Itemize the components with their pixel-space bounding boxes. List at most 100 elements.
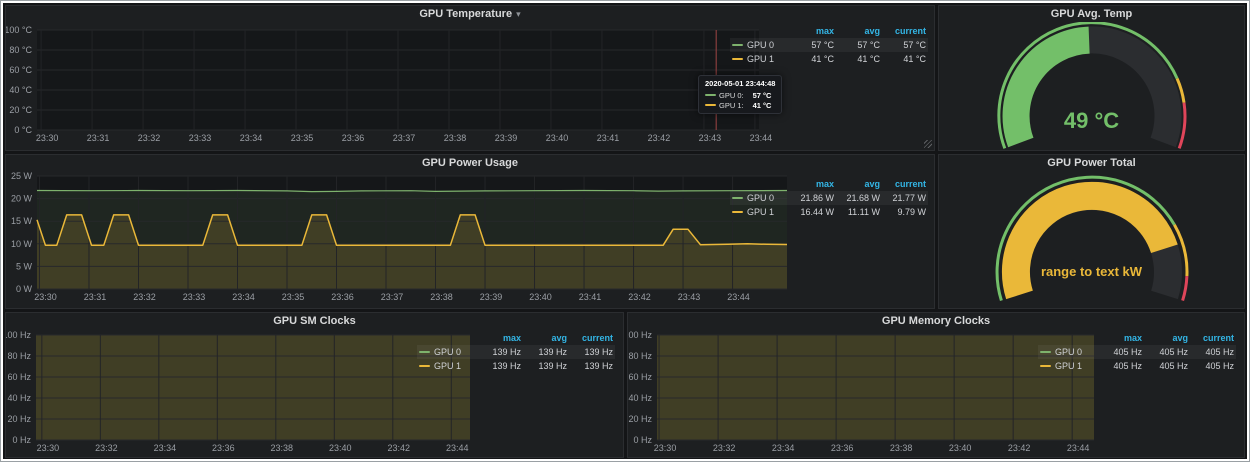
panel-gpu-memory-clocks: GPU Memory Clocks 0 Hz20 Hz40 Hz60 Hz80 … xyxy=(627,312,1245,458)
legend-row: GPU 1 16.44 W11.11 W9.79 W xyxy=(730,205,928,219)
series-dash-icon xyxy=(705,104,716,106)
legend-series-name: GPU 1 xyxy=(747,206,774,219)
chevron-down-icon: ▾ xyxy=(516,9,521,19)
series-dash-icon xyxy=(732,44,743,46)
gauge-threshold-ring xyxy=(1183,276,1187,301)
panel-title-gpu-avg-temp[interactable]: GPU Avg. Temp xyxy=(939,6,1244,22)
legend-header-avg[interactable]: avg xyxy=(834,178,880,191)
sm-clocks-legend: maxavgcurrentGPU 0139 Hz139 Hz139 HzGPU … xyxy=(417,331,615,373)
y-tick-label: 80 Hz xyxy=(7,351,31,361)
tooltip-series-name: GPU 1: xyxy=(719,101,744,110)
y-tick-label: 80 Hz xyxy=(628,351,652,361)
panel-gpu-temperature: GPU Temperature▾ 0 °C20 °C40 °C60 °C80 °… xyxy=(5,5,935,151)
x-tick-label: 23:41 xyxy=(579,292,602,302)
legend-header-avg[interactable]: avg xyxy=(1142,332,1188,345)
legend-header-current[interactable]: current xyxy=(880,178,926,191)
x-tick-label: 23:34 xyxy=(240,133,263,143)
y-tick-label: 0 W xyxy=(16,284,33,294)
legend-series-toggle[interactable]: GPU 1 xyxy=(732,53,788,66)
legend-series-toggle[interactable]: GPU 0 xyxy=(1040,346,1096,359)
x-tick-label: 23:32 xyxy=(95,443,118,453)
legend-header-avg[interactable]: avg xyxy=(521,332,567,345)
panel-title-text: GPU SM Clocks xyxy=(273,315,356,327)
series-dash-icon xyxy=(419,365,430,367)
y-tick-label: 40 °C xyxy=(9,85,32,95)
x-tick-label: 23:44 xyxy=(750,133,773,143)
legend-value: 139 Hz xyxy=(521,360,567,373)
x-tick-label: 23:40 xyxy=(546,133,569,143)
legend-header-avg[interactable]: avg xyxy=(834,25,880,38)
legend-header-current[interactable]: current xyxy=(880,25,926,38)
panel-title-text: GPU Power Usage xyxy=(422,157,518,169)
legend-header-max[interactable]: max xyxy=(788,25,834,38)
legend-series-name: GPU 0 xyxy=(747,192,774,205)
x-tick-label: 23:32 xyxy=(138,133,161,143)
y-tick-label: 10 W xyxy=(11,239,33,249)
x-tick-label: 23:44 xyxy=(1067,443,1090,453)
legend-series-toggle[interactable]: GPU 0 xyxy=(732,39,788,52)
series-dash-icon xyxy=(732,211,743,213)
legend-series-toggle[interactable]: GPU 1 xyxy=(1040,360,1096,373)
x-tick-label: 23:42 xyxy=(628,292,651,302)
panel-resize-grip[interactable] xyxy=(924,140,932,148)
legend-series-name: GPU 0 xyxy=(1055,346,1082,359)
legend-header-current[interactable]: current xyxy=(567,332,613,345)
gauge-value-text: 49 °C xyxy=(939,108,1244,134)
legend-header-row: maxavgcurrent xyxy=(417,331,615,345)
panel-title-gpu-sm-clocks[interactable]: GPU SM Clocks xyxy=(6,313,623,329)
series-area-gpu-1 xyxy=(36,335,470,440)
y-tick-label: 100 Hz xyxy=(6,330,31,340)
power-legend: maxavgcurrentGPU 021.86 W21.68 W21.77 WG… xyxy=(730,177,928,219)
x-tick-label: 23:40 xyxy=(949,443,972,453)
legend-header-current[interactable]: current xyxy=(1188,332,1234,345)
legend-series-toggle[interactable]: GPU 0 xyxy=(419,346,475,359)
panel-title-gpu-temperature[interactable]: GPU Temperature ▾ xyxy=(6,6,934,22)
legend-row: GPU 1405 Hz405 Hz405 Hz xyxy=(1038,359,1236,373)
legend-series-name: GPU 1 xyxy=(747,53,774,66)
legend-value: 405 Hz xyxy=(1142,346,1188,359)
y-tick-label: 0 Hz xyxy=(633,435,652,445)
x-tick-label: 23:31 xyxy=(87,133,110,143)
legend-value: 11.11 W xyxy=(834,206,880,219)
legend-header-row: maxavgcurrent xyxy=(730,24,928,38)
x-tick-label: 23:38 xyxy=(890,443,913,453)
y-tick-label: 60 °C xyxy=(9,65,32,75)
x-tick-label: 23:39 xyxy=(480,292,503,302)
legend-header-max[interactable]: max xyxy=(788,178,834,191)
legend-value: 139 Hz xyxy=(567,360,613,373)
legend-series-toggle[interactable]: GPU 1 xyxy=(419,360,475,373)
y-tick-label: 60 Hz xyxy=(7,372,31,382)
memory-clocks-legend: maxavgcurrentGPU 0405 Hz405 Hz405 HzGPU … xyxy=(1038,331,1236,373)
panel-title-gpu-power-total[interactable]: GPU Power Total xyxy=(939,155,1244,171)
y-tick-label: 25 W xyxy=(11,171,33,181)
y-tick-label: 20 W xyxy=(11,194,33,204)
legend-header-max[interactable]: max xyxy=(475,332,521,345)
tooltip-row: GPU 0:57 °C xyxy=(705,90,775,100)
y-tick-label: 100 °C xyxy=(6,25,32,35)
legend-header-max[interactable]: max xyxy=(1096,332,1142,345)
y-tick-label: 20 Hz xyxy=(628,414,652,424)
x-tick-label: 23:38 xyxy=(271,443,294,453)
x-tick-label: 23:37 xyxy=(393,133,416,143)
tooltip-series-value: 41 °C xyxy=(753,101,772,110)
legend-series-name: GPU 0 xyxy=(434,346,461,359)
panel-title-gpu-power-usage[interactable]: GPU Power Usage xyxy=(6,155,934,171)
legend-row: GPU 1139 Hz139 Hz139 Hz xyxy=(417,359,615,373)
x-tick-label: 23:36 xyxy=(212,443,235,453)
x-tick-label: 23:32 xyxy=(133,292,156,302)
legend-series-toggle[interactable]: GPU 1 xyxy=(732,206,788,219)
x-tick-label: 23:42 xyxy=(648,133,671,143)
legend-value: 16.44 W xyxy=(788,206,834,219)
panel-title-text: GPU Memory Clocks xyxy=(882,315,990,327)
panel-title-gpu-memory-clocks[interactable]: GPU Memory Clocks xyxy=(628,313,1244,329)
legend-value: 21.68 W xyxy=(834,192,880,205)
panel-title-text: GPU Temperature xyxy=(419,8,512,20)
dashboard-window: GPU Temperature▾ 0 °C20 °C40 °C60 °C80 °… xyxy=(0,0,1250,462)
legend-series-name: GPU 1 xyxy=(1055,360,1082,373)
x-tick-label: 23:36 xyxy=(331,292,354,302)
x-tick-label: 23:35 xyxy=(291,133,314,143)
legend-value: 9.79 W xyxy=(880,206,926,219)
legend-series-toggle[interactable]: GPU 0 xyxy=(732,192,788,205)
x-tick-label: 23:44 xyxy=(446,443,469,453)
y-tick-label: 20 °C xyxy=(9,105,32,115)
